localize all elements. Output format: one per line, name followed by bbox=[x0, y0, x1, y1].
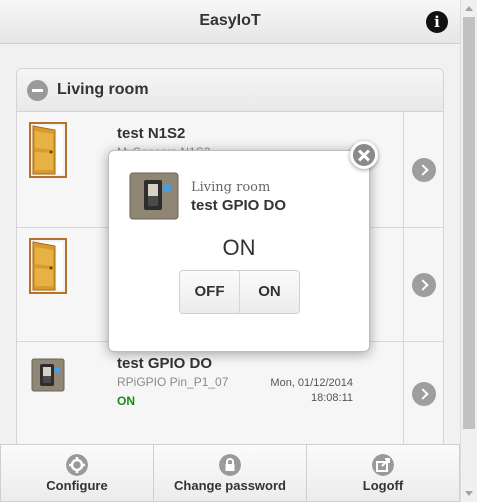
app-header: EasyIoT i bbox=[0, 0, 460, 44]
scrollbar-thumb[interactable] bbox=[463, 17, 475, 429]
chevron-right-icon bbox=[412, 158, 436, 182]
popup-device-state: ON bbox=[222, 235, 256, 260]
scroll-down-arrow-icon[interactable] bbox=[465, 491, 473, 496]
app-title: EasyIoT bbox=[199, 12, 261, 29]
door-icon bbox=[29, 122, 67, 178]
device-detail-button[interactable] bbox=[403, 228, 443, 341]
device-status: ON bbox=[117, 394, 135, 408]
vertical-scrollbar[interactable] bbox=[460, 0, 477, 502]
chevron-right-icon bbox=[412, 273, 436, 297]
device-row[interactable]: test GPIO DO RPiGPIO Pin_P1_07 ON Mon, 0… bbox=[17, 342, 443, 447]
on-off-control: OFF ON bbox=[179, 270, 300, 314]
device-time: 18:08:11 bbox=[310, 392, 353, 404]
popup-room-name: Living room bbox=[191, 180, 271, 195]
gear-icon bbox=[66, 454, 88, 476]
logoff-button[interactable]: Logoff bbox=[307, 444, 460, 502]
change-password-button[interactable]: Change password bbox=[154, 444, 307, 502]
device-detail-button[interactable] bbox=[403, 342, 443, 447]
off-button[interactable]: OFF bbox=[180, 271, 239, 313]
device-subtitle: RPiGPIO Pin_P1_07 bbox=[117, 375, 229, 389]
collapse-icon[interactable] bbox=[27, 80, 48, 101]
device-detail-button[interactable] bbox=[403, 112, 443, 227]
logout-icon bbox=[372, 454, 394, 476]
chevron-right-icon bbox=[412, 382, 436, 406]
room-title: Living room bbox=[57, 81, 149, 98]
device-timestamp: Mon, 01/12/2014 18:08:11 bbox=[270, 376, 353, 406]
scroll-up-arrow-icon[interactable] bbox=[465, 6, 473, 11]
device-date: Mon, 01/12/2014 bbox=[270, 377, 353, 389]
popup-device-name: test GPIO DO bbox=[191, 197, 287, 214]
switch-icon bbox=[129, 172, 179, 220]
switch-icon bbox=[31, 358, 65, 392]
info-icon[interactable]: i bbox=[426, 11, 448, 33]
room-panel-header[interactable]: Living room bbox=[17, 69, 443, 112]
logoff-label: Logoff bbox=[362, 478, 404, 493]
device-name: test N1S2 bbox=[117, 125, 186, 142]
footer-nav: Configure Change password Logoff bbox=[0, 444, 460, 502]
close-icon[interactable] bbox=[350, 141, 378, 169]
configure-label: Configure bbox=[46, 478, 108, 493]
configure-button[interactable]: Configure bbox=[0, 444, 154, 502]
change-password-label: Change password bbox=[174, 478, 286, 493]
lock-icon bbox=[219, 454, 241, 476]
door-icon bbox=[29, 238, 67, 294]
device-name: test GPIO DO bbox=[117, 355, 213, 372]
device-control-popup: Living room test GPIO DO ON OFF ON bbox=[108, 150, 370, 352]
on-button[interactable]: ON bbox=[239, 271, 299, 313]
